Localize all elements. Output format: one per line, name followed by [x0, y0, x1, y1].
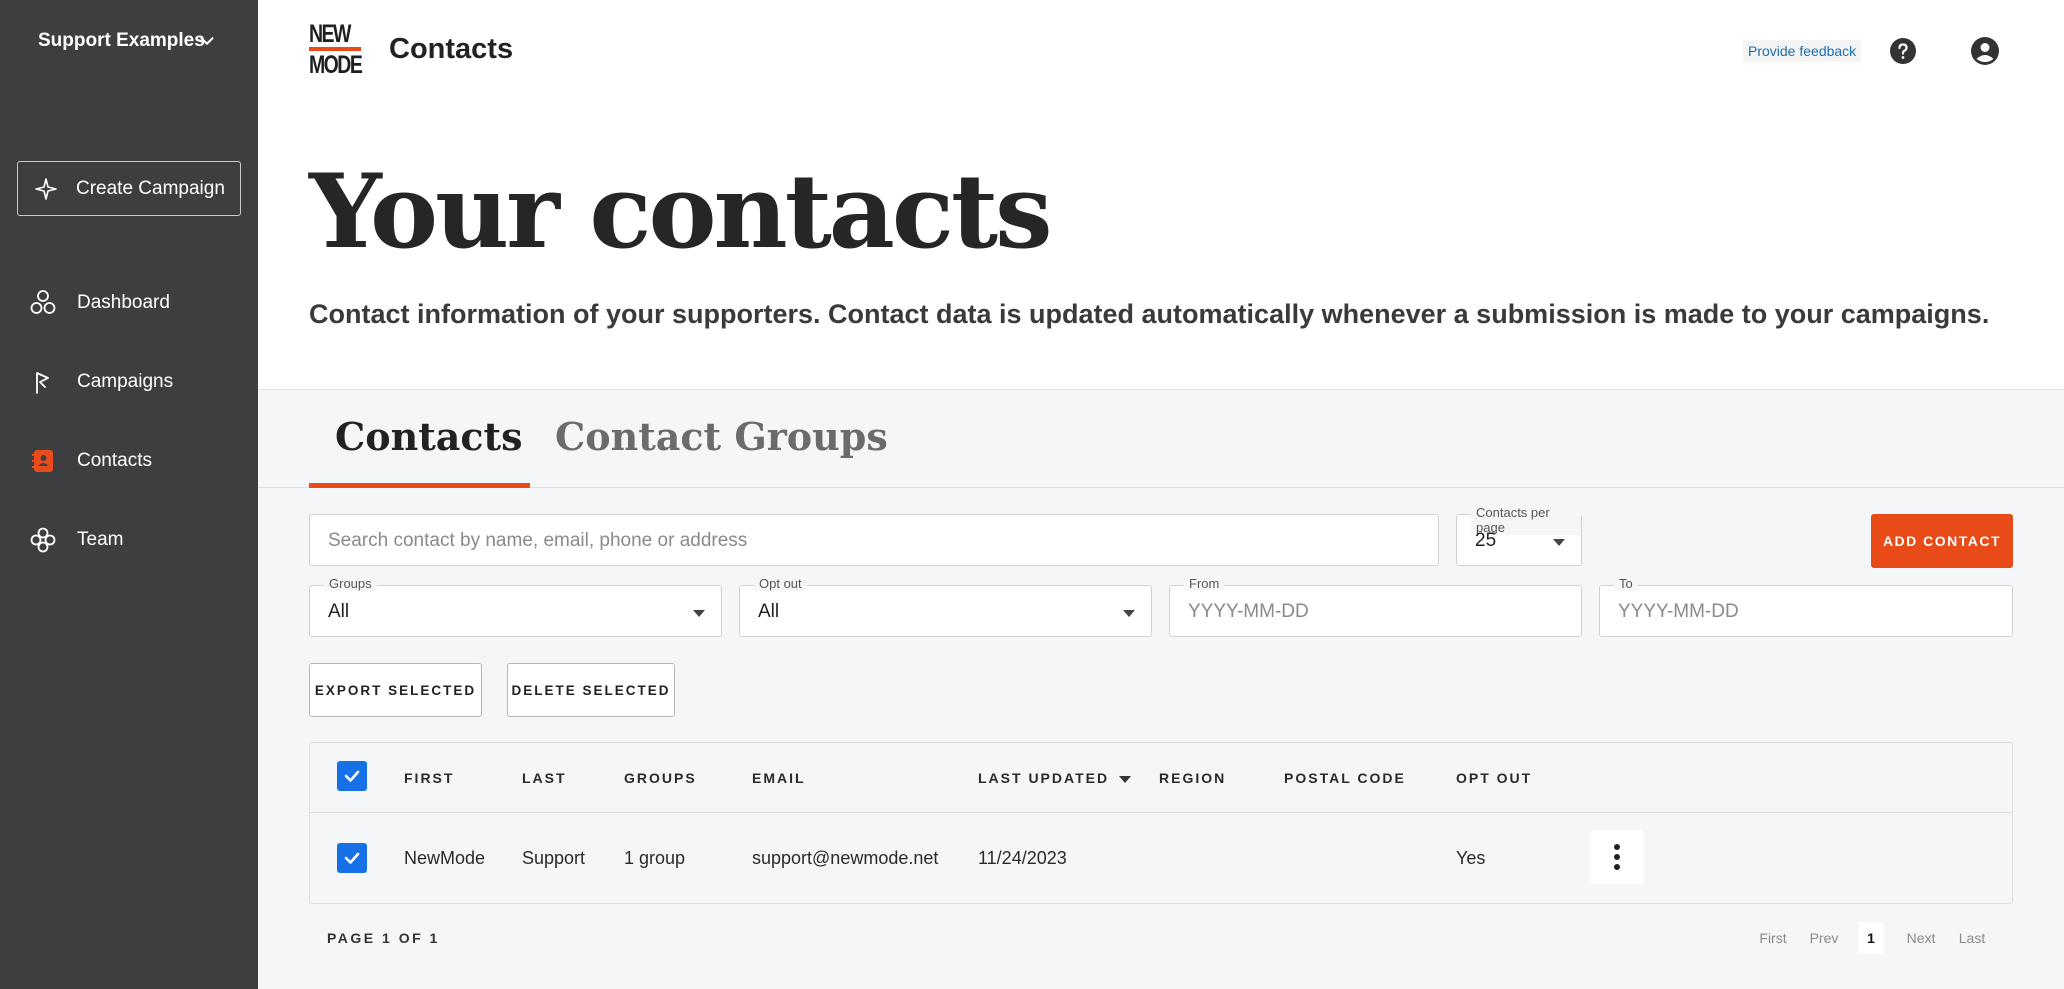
row-actions-kebab-icon[interactable]: [1590, 830, 1644, 884]
table-header: FIRST LAST GROUPS EMAIL LAST UPDATED REG…: [310, 743, 2012, 813]
sidebar-item-label: Campaigns: [77, 371, 174, 392]
create-campaign-label: Create Campaign: [76, 177, 225, 199]
column-header-opt-out[interactable]: OPT OUT: [1456, 770, 1532, 786]
column-header-first[interactable]: FIRST: [404, 770, 454, 786]
hero: Your contacts Contact information of you…: [258, 105, 2064, 390]
sparkle-icon: [35, 177, 57, 200]
campaigns-flag-icon: [29, 368, 57, 396]
checkmark-icon: [344, 852, 360, 864]
cell-first: NewMode: [404, 848, 486, 868]
tab-contacts[interactable]: Contacts: [335, 414, 522, 459]
sidebar: Support Examples Create Campaign Dashboa…: [0, 0, 258, 989]
caret-down-icon: [693, 610, 705, 617]
contacts-book-icon: [29, 447, 57, 475]
to-placeholder: YYYY-MM-DD: [1618, 601, 1739, 622]
cell-groups: 1 group: [624, 848, 686, 868]
pagination-current-page[interactable]: 1: [1858, 922, 1884, 954]
to-date-field[interactable]: To YYYY-MM-DD: [1599, 576, 2013, 637]
tab-contact-groups[interactable]: Contact Groups: [555, 414, 888, 459]
logo-line-2: MODE: [309, 51, 363, 79]
cell-last: Support: [522, 848, 586, 868]
search-placeholder: Search contact by name, email, phone or …: [328, 530, 748, 551]
org-name[interactable]: Support Examples: [38, 28, 208, 54]
select-all-checkbox[interactable]: [337, 761, 367, 791]
cell-email: support@newmode.net: [752, 848, 939, 868]
pagination-first[interactable]: First: [1752, 922, 1794, 954]
pagination-last[interactable]: Last: [1951, 922, 1993, 954]
column-header-last[interactable]: LAST: [522, 770, 567, 786]
page-info: PAGE 1 OF 1: [327, 930, 440, 946]
caret-down-icon: [1123, 610, 1135, 617]
opt-out-value: All: [758, 601, 780, 622]
column-header-postal-code[interactable]: POSTAL CODE: [1284, 770, 1406, 786]
cell-last-updated: 11/24/2023: [978, 848, 1067, 868]
pagination-prev[interactable]: Prev: [1803, 922, 1845, 954]
checkmark-icon: [344, 770, 360, 782]
column-header-region[interactable]: REGION: [1159, 770, 1226, 786]
cell-opt-out: Yes: [1456, 848, 1486, 868]
add-contact-button[interactable]: ADD CONTACT: [1871, 514, 2013, 568]
team-icon: [29, 526, 57, 554]
to-label: To: [1614, 576, 1638, 591]
groups-value: All: [328, 601, 350, 622]
groups-label: Groups: [324, 576, 377, 591]
account-circle-icon[interactable]: [1970, 36, 2000, 66]
from-date-field[interactable]: From YYYY-MM-DD: [1169, 576, 1582, 637]
top-bar: NEW MODE Contacts Provide feedback: [258, 0, 2064, 105]
row-checkbox[interactable]: [337, 843, 367, 873]
contacts-per-page-select[interactable]: Contacts per page 25: [1456, 505, 1582, 566]
sidebar-item-label: Dashboard: [77, 292, 170, 313]
opt-out-label: Opt out: [754, 576, 807, 591]
from-placeholder: YYYY-MM-DD: [1188, 601, 1309, 622]
hero-heading: Your contacts: [309, 152, 1053, 272]
sort-descending-icon: [1119, 775, 1132, 783]
sidebar-item-dashboard[interactable]: Dashboard: [0, 273, 258, 333]
groups-select[interactable]: Groups All: [309, 576, 722, 637]
page-title: Contacts: [389, 33, 514, 65]
delete-selected-button[interactable]: DELETE SELECTED: [507, 663, 675, 717]
caret-down-icon: [1553, 539, 1565, 546]
provide-feedback-link[interactable]: Provide feedback: [1743, 40, 1862, 62]
create-campaign-button[interactable]: Create Campaign: [17, 161, 241, 216]
sidebar-item-team[interactable]: Team: [0, 510, 258, 570]
tab-bar: Contacts Contact Groups: [258, 390, 2064, 488]
from-label: From: [1184, 576, 1225, 591]
sidebar-item-contacts[interactable]: Contacts: [0, 431, 258, 491]
sidebar-item-campaigns[interactable]: Campaigns: [0, 352, 258, 412]
dashboard-icon: [29, 289, 57, 317]
column-header-groups[interactable]: GROUPS: [624, 770, 697, 786]
table-row[interactable]: NewMode Support 1 group support@newmode.…: [310, 813, 2012, 904]
pagination-next[interactable]: Next: [1900, 922, 1942, 954]
column-header-last-updated[interactable]: LAST UPDATED: [978, 770, 1132, 786]
help-circle-icon[interactable]: [1889, 37, 1917, 65]
per-page-value: 25: [1475, 530, 1497, 551]
chevron-down-icon[interactable]: [196, 30, 218, 52]
active-tab-indicator: [309, 483, 530, 488]
hero-description: Contact information of your supporters. …: [309, 299, 1990, 329]
column-header-email[interactable]: EMAIL: [752, 770, 806, 786]
opt-out-select[interactable]: Opt out All: [739, 576, 1152, 637]
logo-line-1: NEW: [309, 20, 351, 48]
search-input[interactable]: Search contact by name, email, phone or …: [309, 514, 1439, 566]
sidebar-item-label: Team: [77, 529, 124, 550]
newmode-logo[interactable]: NEW MODE: [309, 22, 365, 80]
column-header-last-updated-label: LAST UPDATED: [978, 770, 1110, 786]
export-selected-button[interactable]: EXPORT SELECTED: [309, 663, 482, 717]
contacts-table: FIRST LAST GROUPS EMAIL LAST UPDATED REG…: [309, 742, 2013, 904]
sidebar-item-label: Contacts: [77, 450, 152, 471]
